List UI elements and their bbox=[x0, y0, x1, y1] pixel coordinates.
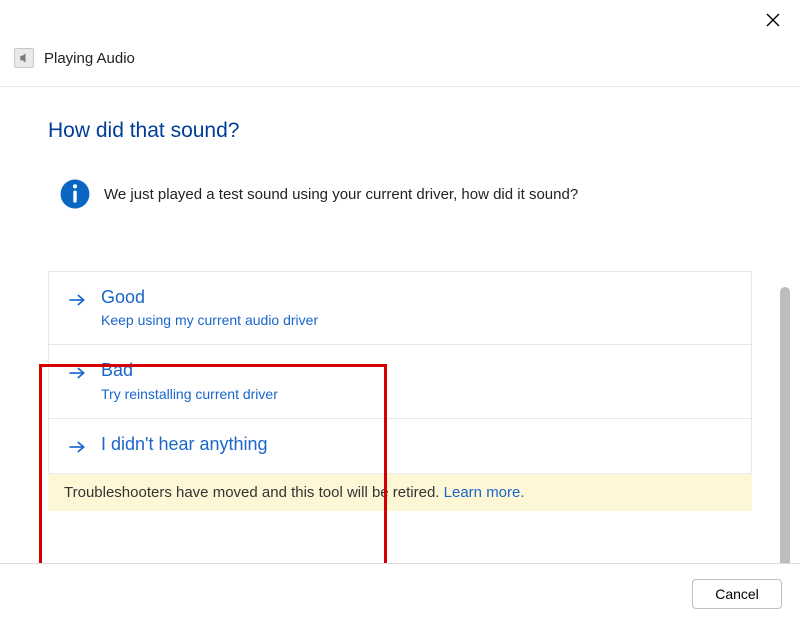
learn-more-link[interactable]: Learn more. bbox=[444, 484, 525, 501]
cancel-button[interactable]: Cancel bbox=[692, 579, 782, 609]
option-good[interactable]: Good Keep using my current audio driver bbox=[49, 272, 751, 345]
option-title: Good bbox=[101, 286, 318, 309]
audio-troubleshooter-icon bbox=[14, 48, 34, 68]
banner-text: Troubleshooters have moved and this tool… bbox=[64, 484, 444, 501]
window-title: Playing Audio bbox=[44, 50, 135, 67]
scrollbar-thumb[interactable] bbox=[780, 287, 790, 567]
window-header: Playing Audio bbox=[0, 40, 800, 87]
deprecation-banner: Troubleshooters have moved and this tool… bbox=[48, 473, 752, 511]
info-text: We just played a test sound using your c… bbox=[104, 186, 578, 203]
option-didnt-hear[interactable]: I didn't hear anything bbox=[49, 419, 751, 473]
page-heading: How did that sound? bbox=[48, 119, 752, 143]
close-button[interactable] bbox=[758, 5, 788, 35]
info-row: We just played a test sound using your c… bbox=[58, 177, 752, 211]
option-bad[interactable]: Bad Try reinstalling current driver bbox=[49, 345, 751, 418]
option-title: Bad bbox=[101, 359, 278, 382]
content-area: How did that sound? We just played a tes… bbox=[0, 87, 800, 561]
info-icon bbox=[58, 177, 92, 211]
arrow-right-icon bbox=[67, 437, 87, 457]
options-list: Good Keep using my current audio driver … bbox=[48, 271, 752, 473]
arrow-right-icon bbox=[67, 363, 87, 383]
option-title: I didn't hear anything bbox=[101, 433, 268, 456]
option-subtitle: Keep using my current audio driver bbox=[101, 312, 318, 328]
dialog-footer: Cancel bbox=[0, 563, 800, 623]
close-icon bbox=[765, 12, 781, 28]
arrow-right-icon bbox=[67, 290, 87, 310]
titlebar bbox=[0, 0, 800, 40]
option-subtitle: Try reinstalling current driver bbox=[101, 386, 278, 402]
